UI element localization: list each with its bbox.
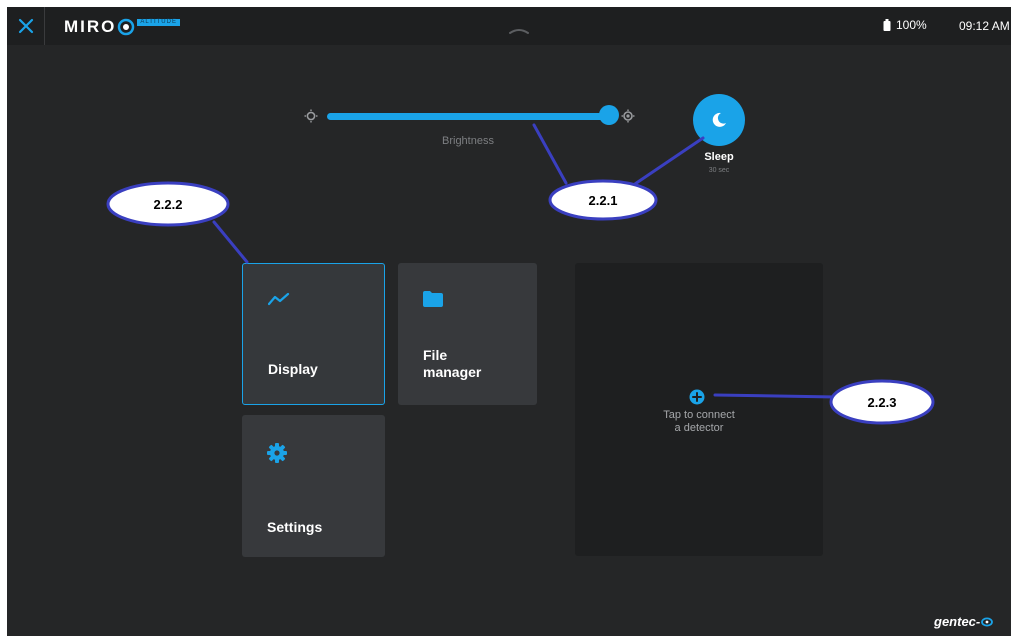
sleep-timeout: 30 sec [708, 167, 730, 174]
device-screen: MIRO ALTITUDE 100% 09:12 AM Brightness S… [7, 7, 1011, 636]
app-logo: MIRO ALTITUDE [64, 16, 180, 38]
moon-icon [712, 112, 726, 127]
brightness-track [327, 113, 617, 120]
logo-text: MIRO [64, 17, 117, 36]
battery-status: 100% [883, 18, 927, 32]
pull-down-handle[interactable] [509, 22, 529, 40]
connect-detector-text: Tap to connect a detector [575, 409, 823, 435]
battery-icon [883, 19, 891, 31]
brand-ring-icon [981, 617, 994, 627]
file-manager-label-line2: manager [423, 364, 482, 380]
file-manager-label-line1: File [423, 347, 448, 363]
connect-detector-line1: Tap to connect [663, 409, 735, 421]
display-label: Display [268, 361, 318, 377]
settings-tile[interactable]: Settings [242, 415, 385, 557]
connect-detector-line2: a detector [674, 422, 724, 434]
close-icon [18, 18, 33, 34]
battery-percent: 100% [896, 18, 927, 32]
top-bar: MIRO ALTITUDE 100% 09:12 AM [7, 7, 1011, 45]
clock: 09:12 AM [959, 19, 1010, 33]
sun-high-icon [621, 109, 635, 123]
sleep-button[interactable] [693, 94, 745, 146]
settings-label: Settings [267, 519, 323, 535]
connect-detector-panel[interactable]: Tap to connect a detector [575, 263, 823, 556]
logo-subtitle: ALTITUDE [137, 18, 180, 26]
display-tile[interactable]: Display [242, 263, 385, 405]
brand-text: gentec- [934, 614, 981, 629]
sun-low-icon [304, 109, 318, 123]
brightness-thumb[interactable] [599, 105, 619, 125]
close-button[interactable] [7, 7, 45, 45]
folder-icon [423, 291, 443, 307]
brightness-label: Brightness [442, 135, 494, 147]
gear-icon [267, 443, 287, 463]
brand-logo: gentec- [934, 614, 994, 629]
logo-ring-icon [118, 18, 135, 36]
sleep-label: Sleep [704, 151, 734, 163]
trend-line-icon [268, 292, 290, 306]
plus-circle-icon [689, 389, 705, 405]
file-manager-tile[interactable]: File manager [398, 263, 537, 405]
chevron-up-icon [509, 29, 529, 34]
brightness-slider[interactable] [327, 105, 619, 125]
